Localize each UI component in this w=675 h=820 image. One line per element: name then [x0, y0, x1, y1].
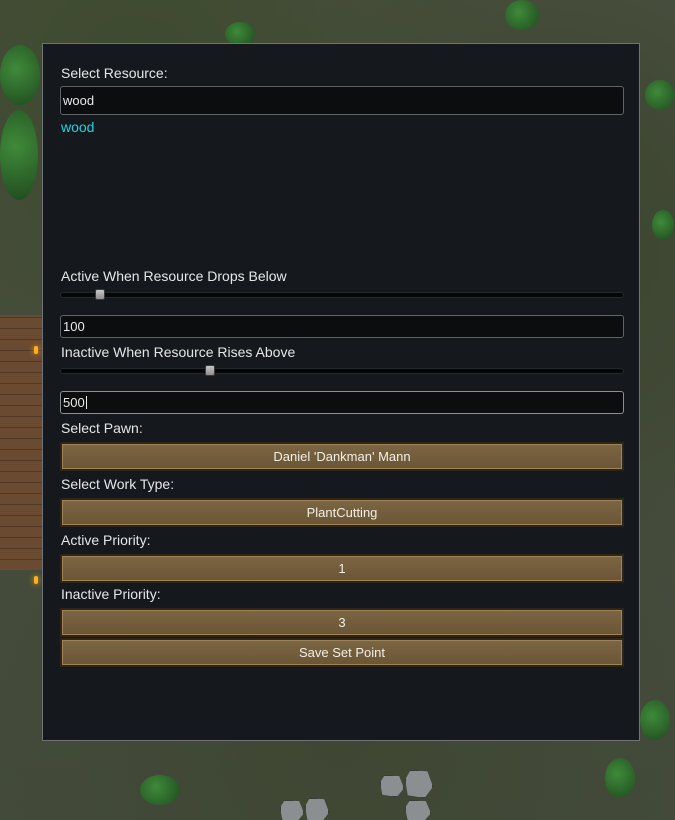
rock-icon: [405, 770, 433, 798]
rock-icon: [305, 798, 329, 820]
active-slider-handle[interactable]: [95, 289, 105, 300]
active-threshold-label: Active When Resource Drops Below: [61, 268, 287, 284]
torch-icon: [34, 576, 38, 584]
select-work-type-button[interactable]: PlantCutting: [60, 498, 624, 527]
set-point-dialog: Select Resource: wood wood Active When R…: [42, 43, 640, 741]
select-pawn-button[interactable]: Daniel 'Dankman' Mann: [60, 442, 624, 471]
tree-icon: [0, 45, 40, 105]
resource-input-text: wood: [63, 93, 95, 108]
active-priority-label: Active Priority:: [61, 532, 151, 548]
inactive-priority-label: Inactive Priority:: [61, 586, 161, 602]
resource-search-input[interactable]: wood: [60, 86, 624, 115]
active-threshold-slider[interactable]: [60, 289, 624, 300]
resource-suggestion-item[interactable]: wood: [61, 119, 94, 135]
inactive-threshold-slider[interactable]: [60, 365, 624, 376]
inactive-threshold-text: 500: [63, 395, 85, 410]
select-pawn-label: Select Pawn:: [61, 420, 143, 436]
select-resource-label: Select Resource:: [61, 65, 168, 81]
rock-icon: [405, 800, 431, 820]
select-work-type-label: Select Work Type:: [61, 476, 175, 492]
rock-icon: [280, 800, 304, 820]
tree-icon: [605, 758, 635, 798]
tree-icon: [640, 700, 670, 740]
tree-icon: [505, 0, 539, 30]
active-threshold-text: 100: [63, 319, 85, 334]
torch-icon: [34, 346, 38, 354]
text-caret: [85, 396, 87, 409]
inactive-slider-handle[interactable]: [205, 365, 215, 376]
active-priority-button[interactable]: 1: [60, 554, 624, 583]
inactive-threshold-label: Inactive When Resource Rises Above: [61, 344, 296, 360]
tree-icon: [0, 110, 38, 200]
save-set-point-button[interactable]: Save Set Point: [60, 638, 624, 667]
tree-icon: [652, 210, 674, 240]
tree-icon: [140, 775, 180, 805]
active-threshold-input[interactable]: 100: [60, 315, 624, 338]
rock-icon: [380, 775, 404, 797]
inactive-threshold-input[interactable]: 500: [60, 391, 624, 414]
inactive-priority-button[interactable]: 3: [60, 608, 624, 637]
tree-icon: [645, 80, 675, 110]
